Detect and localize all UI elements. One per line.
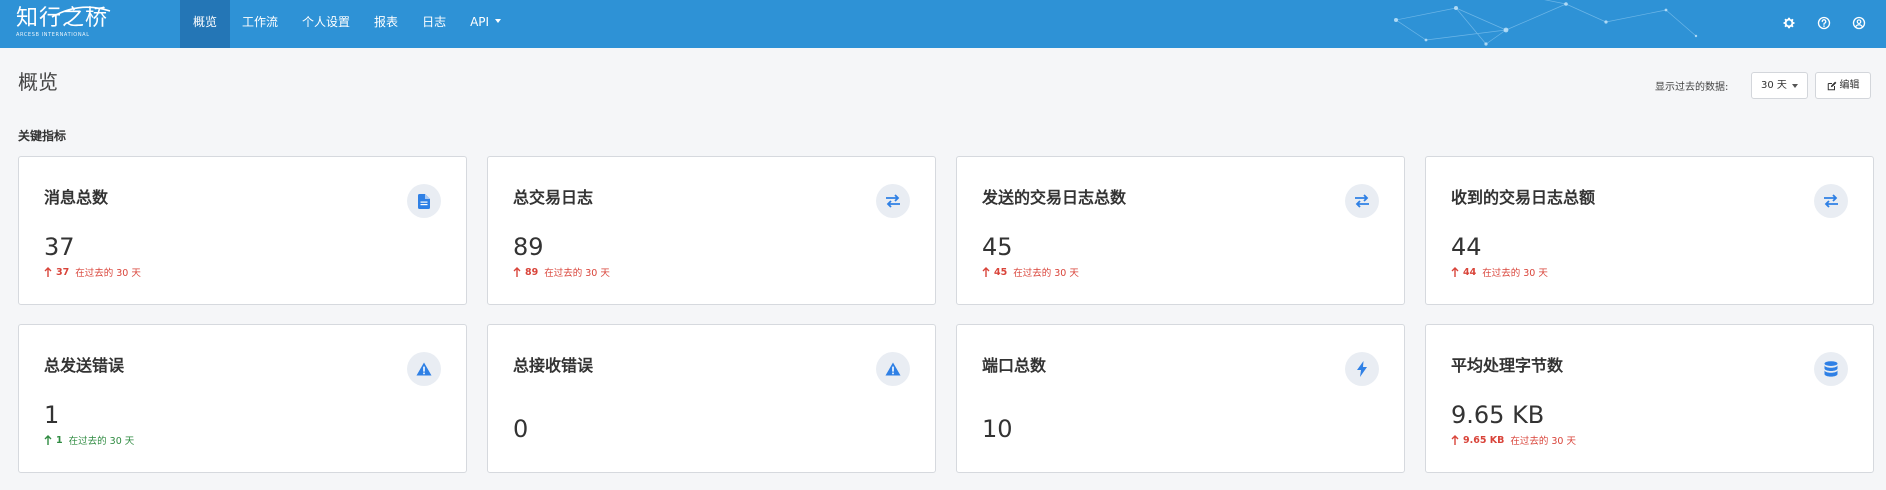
trend-text: 在过去的 30 天 <box>1013 268 1079 279</box>
trend-indicator: 37 在过去的 30 天 <box>44 265 141 279</box>
trend-value: 44 <box>1463 266 1477 278</box>
trend-text: 在过去的 30 天 <box>68 436 135 447</box>
edit-icon <box>1827 81 1836 90</box>
arrow-up-icon <box>982 267 990 277</box>
card-title: 总发送错误 <box>44 356 125 375</box>
card-title: 总交易日志 <box>513 188 594 207</box>
chevron-down-icon <box>495 18 502 23</box>
help-icon[interactable] <box>1815 14 1833 32</box>
brand-subtitle: ARCESB INTERNATIONAL <box>16 32 90 38</box>
edit-button[interactable]: 编辑 <box>1815 72 1871 99</box>
page-title: 概览 <box>18 70 58 94</box>
arrow-up-icon <box>1451 435 1459 445</box>
trend-value: 9.65 KB <box>1463 434 1505 446</box>
card-value: 0 <box>513 415 529 443</box>
trend-indicator: 9.65 KB 在过去的 30 天 <box>1451 433 1576 447</box>
nav-item-api[interactable]: API <box>458 0 513 48</box>
metric-card-receive-errors: 总接收错误 0 <box>487 324 936 473</box>
card-title: 总接收错误 <box>513 356 594 375</box>
warning-icon <box>407 352 441 386</box>
section-title-key-metrics: 关键指标 <box>18 129 67 143</box>
metric-card-messages: 消息总数 37 37 在过去的 30 天 <box>18 156 467 305</box>
card-title: 消息总数 <box>44 188 109 207</box>
exchange-icon <box>1345 184 1379 218</box>
trend-indicator: 44 在过去的 30 天 <box>1451 265 1548 279</box>
top-right-actions <box>1780 14 1868 32</box>
trend-indicator: 89 在过去的 30 天 <box>513 265 610 279</box>
card-value: 45 <box>982 233 1013 261</box>
nav-item-personal-settings[interactable]: 个人设置 <box>290 0 362 48</box>
card-value: 10 <box>982 415 1013 443</box>
exchange-icon <box>1814 184 1848 218</box>
card-title: 收到的交易日志总额 <box>1451 188 1596 207</box>
logo-swoosh-icon <box>51 6 111 18</box>
main-nav: 概览 工作流 个人设置 报表 日志 API <box>180 0 513 48</box>
trend-value: 89 <box>525 266 539 278</box>
trend-text: 在过去的 30 天 <box>1510 436 1576 447</box>
card-value: 89 <box>513 233 544 261</box>
range-label: 显示过去的数据: <box>1655 82 1729 93</box>
card-title: 平均处理字节数 <box>1451 356 1564 375</box>
trend-indicator: 45 在过去的 30 天 <box>982 265 1079 279</box>
trend-value: 37 <box>56 266 70 278</box>
card-value: 37 <box>44 233 75 261</box>
user-icon[interactable] <box>1850 14 1868 32</box>
nav-item-overview[interactable]: 概览 <box>180 0 231 48</box>
nav-item-reports[interactable]: 报表 <box>362 0 410 48</box>
chevron-down-icon <box>1792 84 1798 88</box>
arrow-up-icon <box>44 267 52 277</box>
trend-value: 45 <box>994 266 1008 278</box>
arrow-up-icon <box>44 435 52 445</box>
database-icon <box>1814 352 1848 386</box>
trend-text: 在过去的 30 天 <box>544 268 610 279</box>
trend-value: 1 <box>56 434 63 446</box>
nav-item-workflow[interactable]: 工作流 <box>230 0 290 48</box>
card-title: 端口总数 <box>982 356 1047 375</box>
metric-card-ports: 端口总数 10 <box>956 324 1405 473</box>
gear-icon[interactable] <box>1780 14 1798 32</box>
metric-card-sent-transactions: 发送的交易日志总数 45 45 在过去的 30 天 <box>956 156 1405 305</box>
bolt-icon <box>1345 352 1379 386</box>
document-icon <box>407 184 441 218</box>
edit-button-label: 编辑 <box>1839 80 1860 91</box>
range-select[interactable]: 30 天 <box>1751 72 1808 99</box>
metric-card-send-errors: 总发送错误 1 1 在过去的 30 天 <box>18 324 467 473</box>
exchange-icon <box>876 184 910 218</box>
range-select-value: 30 天 <box>1761 80 1787 91</box>
card-value: 1 <box>44 401 60 429</box>
card-value: 44 <box>1451 233 1482 261</box>
brand-logo[interactable]: 知行之桥 ARCESB INTERNATIONAL <box>16 6 166 42</box>
metric-card-received-transactions: 收到的交易日志总额 44 44 在过去的 30 天 <box>1425 156 1874 305</box>
nav-item-api-label: API <box>470 15 490 29</box>
top-navbar: 知行之桥 ARCESB INTERNATIONAL 概览 工作流 个人设置 报表… <box>0 0 1886 48</box>
card-title: 发送的交易日志总数 <box>982 188 1127 207</box>
metric-card-avg-bytes: 平均处理字节数 9.65 KB 9.65 KB 在过去的 30 天 <box>1425 324 1874 473</box>
trend-text: 在过去的 30 天 <box>75 268 141 279</box>
trend-text: 在过去的 30 天 <box>1482 268 1548 279</box>
nav-item-logs[interactable]: 日志 <box>410 0 458 48</box>
arrow-up-icon <box>513 267 521 277</box>
trend-indicator: 1 在过去的 30 天 <box>44 433 134 447</box>
warning-icon <box>876 352 910 386</box>
card-value: 9.65 KB <box>1451 401 1545 429</box>
arrow-up-icon <box>1451 267 1459 277</box>
metric-card-total-transactions: 总交易日志 89 89 在过去的 30 天 <box>487 156 936 305</box>
